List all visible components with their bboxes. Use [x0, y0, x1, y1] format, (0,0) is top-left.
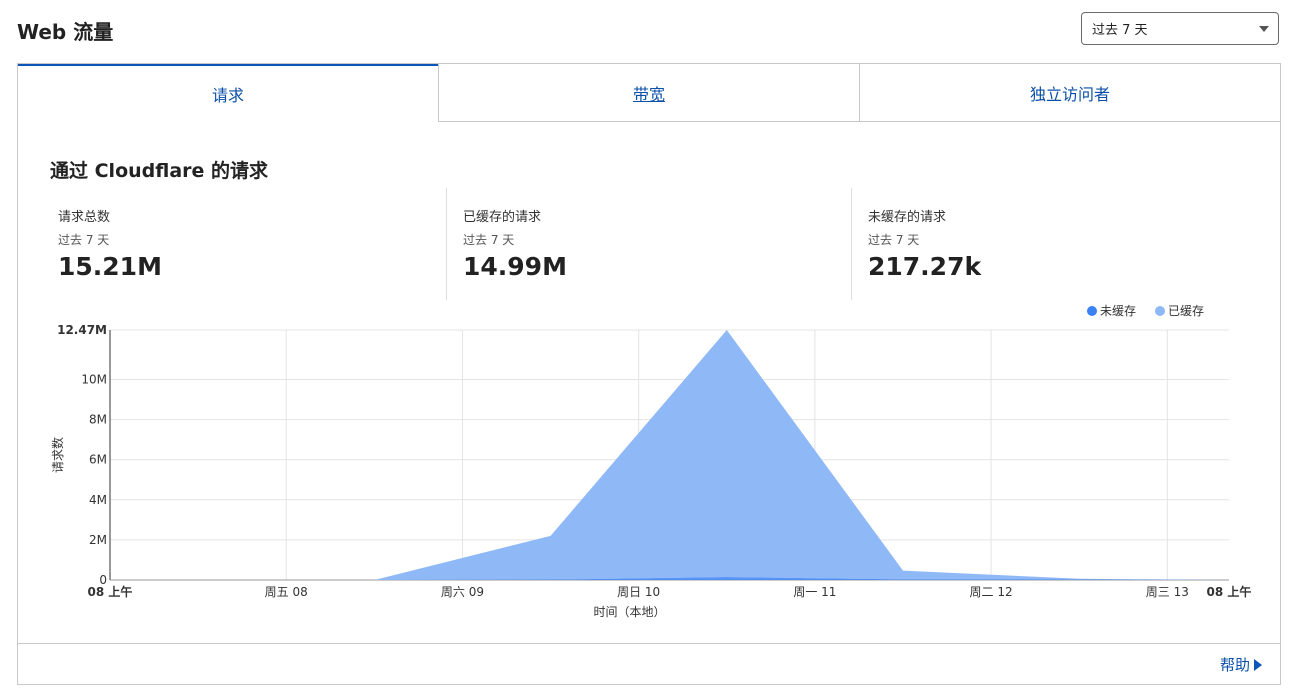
y-tick-label: 6M: [89, 453, 107, 467]
x-tick-label: 周一 11: [793, 585, 836, 599]
traffic-card: 请求 带宽 独立访问者 通过 Cloudflare 的请求 请求总数 过去 7 …: [17, 63, 1281, 685]
x-tick-label: 周五 08: [265, 585, 308, 599]
x-tick-label: 08 上午: [1207, 584, 1252, 599]
y-tick-label: 2M: [89, 533, 107, 547]
legend-swatch-uncached: [1087, 306, 1097, 316]
y-tick-label: 4M: [89, 493, 107, 507]
y-axis-title: 请求数: [50, 437, 65, 473]
chevron-down-icon: [1259, 26, 1269, 32]
x-tick-label: 周日 10: [617, 585, 660, 599]
time-range-select[interactable]: 过去 7 天: [1081, 12, 1279, 45]
x-tick-label: 周二 12: [970, 585, 1013, 599]
play-icon: [1254, 658, 1262, 671]
page-title: Web 流量: [17, 20, 114, 44]
series-area-cached: [110, 330, 1229, 580]
x-tick-label: 08 上午: [88, 584, 133, 599]
time-range-value: 过去 7 天: [1092, 23, 1148, 38]
x-tick-label: 周三 13: [1146, 585, 1189, 599]
requests-area-chart: 02M4M6M8M10M12.47M08 上午 周五 08 周六 09 周日 10 周一…: [50, 304, 1252, 619]
help-link[interactable]: 帮助: [1220, 654, 1262, 675]
y-tick-label: 10M: [81, 373, 107, 387]
help-label: 帮助: [1219, 656, 1250, 674]
legend-swatch-cached: [1155, 306, 1165, 316]
y-tick-label: 8M: [89, 413, 107, 427]
y-tick-label: 12.47M: [57, 323, 107, 337]
legend-label-uncached: 未缓存: [1100, 304, 1136, 318]
x-axis-title: 时间（本地）: [593, 605, 665, 619]
x-tick-label: 周六 09: [441, 585, 484, 599]
legend-label-cached: 已缓存: [1168, 304, 1204, 318]
footer-divider: [18, 643, 1280, 644]
